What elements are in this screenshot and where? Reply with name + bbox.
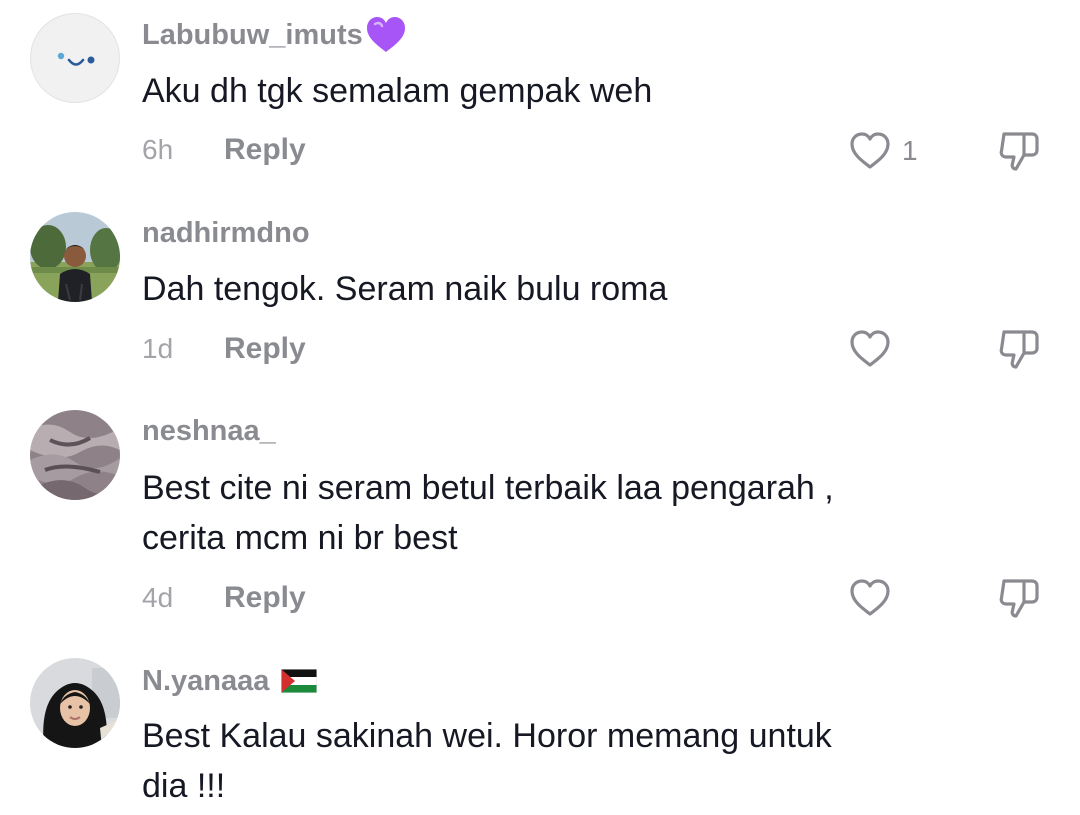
thumbs-down-icon xyxy=(999,132,1039,171)
comment-timestamp: 6h xyxy=(142,134,174,165)
comment-text: Aku dh tgk semalam gempak weh xyxy=(142,72,653,110)
dislike-button[interactable] xyxy=(996,576,1042,620)
purple-heart-emoji-icon xyxy=(365,16,407,54)
user-photo-avatar xyxy=(30,410,120,500)
like-button[interactable]: 1 xyxy=(848,129,918,173)
dislike-button[interactable] xyxy=(996,327,1042,371)
default-avatar-face-icon xyxy=(57,52,95,66)
comment-text-line: Best Kalau sakinah wei. Horor memang unt… xyxy=(142,717,832,755)
avatar[interactable] xyxy=(30,212,120,302)
thumbs-down-icon xyxy=(999,330,1039,369)
avatar[interactable] xyxy=(30,13,120,103)
heart-outline-icon xyxy=(850,132,890,169)
reply-button[interactable]: Reply xyxy=(224,581,306,615)
comment-meta: 6h Reply xyxy=(142,130,306,170)
thumbs-down-icon xyxy=(999,579,1039,618)
comment-username[interactable]: nadhirmdno xyxy=(142,215,310,251)
comment-timestamp: 1d xyxy=(142,333,174,364)
avatar[interactable] xyxy=(30,410,120,500)
like-button[interactable] xyxy=(848,327,902,371)
dislike-button[interactable] xyxy=(996,129,1042,173)
palestine-flag-emoji-icon xyxy=(281,669,318,693)
comment-username[interactable]: neshnaa_ xyxy=(142,413,276,449)
comment-text: Dah tengok. Seram naik bulu roma xyxy=(142,270,668,308)
comment-text-line: dia !!! xyxy=(142,767,226,805)
user-photo-avatar xyxy=(30,212,120,302)
comment-text: Best cite ni seram betul terbaik laa pen… xyxy=(142,463,982,563)
like-count: 1 xyxy=(902,135,918,166)
comment-username[interactable]: N.yanaaa xyxy=(142,663,318,699)
comment-text-line: Best cite ni seram betul terbaik laa pen… xyxy=(142,469,834,507)
like-button[interactable] xyxy=(848,576,902,620)
avatar[interactable] xyxy=(30,658,120,748)
comment-meta: 1d Reply xyxy=(142,329,306,369)
comment-text: Best Kalau sakinah wei. Horor memang unt… xyxy=(142,711,982,811)
comment-text-line: cerita mcm ni br best xyxy=(142,519,458,557)
user-photo-avatar xyxy=(30,658,120,748)
comment-username[interactable]: Labubuw_imuts xyxy=(142,17,407,53)
reply-button[interactable]: Reply xyxy=(224,133,306,167)
heart-outline-icon xyxy=(850,579,890,616)
heart-outline-icon xyxy=(850,330,890,367)
comment-meta: 4d Reply xyxy=(142,578,306,618)
comment-timestamp: 4d xyxy=(142,582,174,613)
reply-button[interactable]: Reply xyxy=(224,332,306,366)
